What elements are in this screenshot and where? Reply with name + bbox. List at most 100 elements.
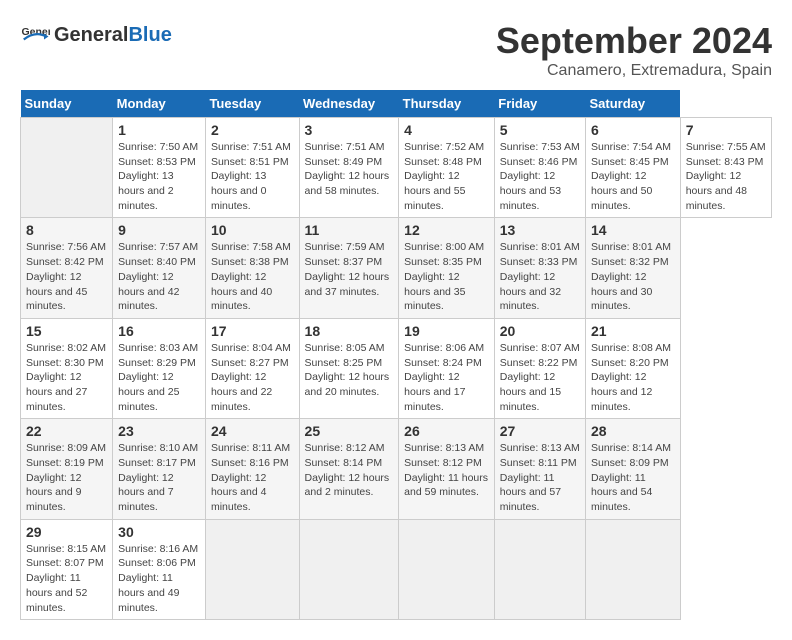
sunset-text: Sunset: 8:07 PM	[26, 557, 104, 569]
day-number: 30	[118, 524, 200, 540]
daylight-text: Daylight: 12 hours and 17 minutes.	[404, 371, 465, 412]
day-number: 5	[500, 122, 580, 138]
day-info: Sunrise: 8:01 AM Sunset: 8:32 PM Dayligh…	[591, 240, 675, 313]
day-info: Sunrise: 7:50 AM Sunset: 8:53 PM Dayligh…	[118, 140, 200, 213]
day-info: Sunrise: 8:11 AM Sunset: 8:16 PM Dayligh…	[211, 441, 294, 514]
logo-blue: Blue	[128, 24, 171, 46]
day-number: 19	[404, 323, 489, 339]
sunset-text: Sunset: 8:12 PM	[404, 457, 482, 469]
sunrise-text: Sunrise: 7:55 AM	[686, 141, 766, 153]
logo-icon: General	[20, 20, 50, 50]
table-row: 11 Sunrise: 7:59 AM Sunset: 8:37 PM Dayl…	[299, 218, 399, 318]
table-row: 30 Sunrise: 8:16 AM Sunset: 8:06 PM Dayl…	[113, 519, 206, 619]
sunrise-text: Sunrise: 7:58 AM	[211, 241, 291, 253]
day-info: Sunrise: 8:08 AM Sunset: 8:20 PM Dayligh…	[591, 341, 675, 414]
daylight-text: Daylight: 12 hours and 12 minutes.	[591, 371, 652, 412]
header-monday: Monday	[113, 90, 206, 118]
sunset-text: Sunset: 8:32 PM	[591, 256, 669, 268]
day-info: Sunrise: 8:02 AM Sunset: 8:30 PM Dayligh…	[26, 341, 107, 414]
day-number: 4	[404, 122, 489, 138]
logo-text: GeneralBlue	[54, 24, 172, 47]
day-info: Sunrise: 8:05 AM Sunset: 8:25 PM Dayligh…	[305, 341, 394, 400]
day-number: 24	[211, 423, 294, 439]
title-section: September 2024 Canamero, Extremadura, Sp…	[496, 20, 772, 80]
sunset-text: Sunset: 8:20 PM	[591, 357, 669, 369]
sunset-text: Sunset: 8:24 PM	[404, 357, 482, 369]
sunset-text: Sunset: 8:33 PM	[500, 256, 578, 268]
sunrise-text: Sunrise: 7:59 AM	[305, 241, 385, 253]
table-row: 27 Sunrise: 8:13 AM Sunset: 8:11 PM Dayl…	[494, 419, 585, 519]
daylight-text: Daylight: 12 hours and 42 minutes.	[118, 271, 179, 312]
day-info: Sunrise: 8:14 AM Sunset: 8:09 PM Dayligh…	[591, 441, 675, 514]
sunrise-text: Sunrise: 8:01 AM	[591, 241, 671, 253]
header-sunday: Sunday	[21, 90, 113, 118]
table-row: 23 Sunrise: 8:10 AM Sunset: 8:17 PM Dayl…	[113, 419, 206, 519]
table-row	[205, 519, 299, 619]
sunset-text: Sunset: 8:11 PM	[500, 457, 577, 469]
sunrise-text: Sunrise: 8:13 AM	[404, 442, 484, 454]
day-info: Sunrise: 8:03 AM Sunset: 8:29 PM Dayligh…	[118, 341, 200, 414]
table-row: 8 Sunrise: 7:56 AM Sunset: 8:42 PM Dayli…	[21, 218, 113, 318]
day-info: Sunrise: 8:06 AM Sunset: 8:24 PM Dayligh…	[404, 341, 489, 414]
day-number: 3	[305, 122, 394, 138]
calendar-week-row: 8 Sunrise: 7:56 AM Sunset: 8:42 PM Dayli…	[21, 218, 772, 318]
sunset-text: Sunset: 8:45 PM	[591, 156, 669, 168]
daylight-text: Daylight: 12 hours and 40 minutes.	[211, 271, 272, 312]
calendar-week-row: 15 Sunrise: 8:02 AM Sunset: 8:30 PM Dayl…	[21, 318, 772, 418]
day-info: Sunrise: 7:58 AM Sunset: 8:38 PM Dayligh…	[211, 240, 294, 313]
day-info: Sunrise: 8:13 AM Sunset: 8:11 PM Dayligh…	[500, 441, 580, 514]
table-row: 7 Sunrise: 7:55 AM Sunset: 8:43 PM Dayli…	[680, 118, 771, 218]
daylight-text: Daylight: 12 hours and 32 minutes.	[500, 271, 561, 312]
sunrise-text: Sunrise: 8:02 AM	[26, 342, 106, 354]
daylight-text: Daylight: 11 hours and 54 minutes.	[591, 472, 652, 513]
sunset-text: Sunset: 8:09 PM	[591, 457, 669, 469]
sunrise-text: Sunrise: 8:16 AM	[118, 543, 198, 555]
daylight-text: Daylight: 12 hours and 58 minutes.	[305, 170, 390, 197]
day-number: 13	[500, 222, 580, 238]
header-saturday: Saturday	[585, 90, 680, 118]
day-info: Sunrise: 7:51 AM Sunset: 8:49 PM Dayligh…	[305, 140, 394, 199]
calendar-week-row: 1 Sunrise: 7:50 AM Sunset: 8:53 PM Dayli…	[21, 118, 772, 218]
sunset-text: Sunset: 8:17 PM	[118, 457, 196, 469]
sunset-text: Sunset: 8:46 PM	[500, 156, 578, 168]
daylight-text: Daylight: 12 hours and 22 minutes.	[211, 371, 272, 412]
day-info: Sunrise: 7:54 AM Sunset: 8:45 PM Dayligh…	[591, 140, 675, 213]
day-number: 16	[118, 323, 200, 339]
table-row	[585, 519, 680, 619]
daylight-text: Daylight: 12 hours and 27 minutes.	[26, 371, 87, 412]
day-info: Sunrise: 7:53 AM Sunset: 8:46 PM Dayligh…	[500, 140, 580, 213]
day-info: Sunrise: 8:13 AM Sunset: 8:12 PM Dayligh…	[404, 441, 489, 500]
table-row: 25 Sunrise: 8:12 AM Sunset: 8:14 PM Dayl…	[299, 419, 399, 519]
table-row: 29 Sunrise: 8:15 AM Sunset: 8:07 PM Dayl…	[21, 519, 113, 619]
day-number: 14	[591, 222, 675, 238]
table-row: 26 Sunrise: 8:13 AM Sunset: 8:12 PM Dayl…	[399, 419, 495, 519]
table-row: 20 Sunrise: 8:07 AM Sunset: 8:22 PM Dayl…	[494, 318, 585, 418]
sunset-text: Sunset: 8:25 PM	[305, 357, 383, 369]
location-title: Canamero, Extremadura, Spain	[496, 62, 772, 80]
table-row: 1 Sunrise: 7:50 AM Sunset: 8:53 PM Dayli…	[113, 118, 206, 218]
table-row	[299, 519, 399, 619]
sunrise-text: Sunrise: 8:11 AM	[211, 442, 290, 454]
daylight-text: Daylight: 13 hours and 0 minutes.	[211, 170, 266, 211]
sunrise-text: Sunrise: 8:01 AM	[500, 241, 580, 253]
daylight-text: Daylight: 12 hours and 45 minutes.	[26, 271, 87, 312]
calendar-week-row: 29 Sunrise: 8:15 AM Sunset: 8:07 PM Dayl…	[21, 519, 772, 619]
daylight-text: Daylight: 12 hours and 15 minutes.	[500, 371, 561, 412]
day-number: 2	[211, 122, 294, 138]
table-row: 12 Sunrise: 8:00 AM Sunset: 8:35 PM Dayl…	[399, 218, 495, 318]
day-info: Sunrise: 8:09 AM Sunset: 8:19 PM Dayligh…	[26, 441, 107, 514]
sunrise-text: Sunrise: 8:06 AM	[404, 342, 484, 354]
sunrise-text: Sunrise: 7:56 AM	[26, 241, 106, 253]
day-number: 6	[591, 122, 675, 138]
table-row: 6 Sunrise: 7:54 AM Sunset: 8:45 PM Dayli…	[585, 118, 680, 218]
sunset-text: Sunset: 8:37 PM	[305, 256, 383, 268]
daylight-text: Daylight: 12 hours and 4 minutes.	[211, 472, 266, 513]
day-number: 17	[211, 323, 294, 339]
table-row: 21 Sunrise: 8:08 AM Sunset: 8:20 PM Dayl…	[585, 318, 680, 418]
table-row: 14 Sunrise: 8:01 AM Sunset: 8:32 PM Dayl…	[585, 218, 680, 318]
sunset-text: Sunset: 8:16 PM	[211, 457, 289, 469]
table-row: 9 Sunrise: 7:57 AM Sunset: 8:40 PM Dayli…	[113, 218, 206, 318]
sunrise-text: Sunrise: 8:09 AM	[26, 442, 106, 454]
daylight-text: Daylight: 12 hours and 30 minutes.	[591, 271, 652, 312]
day-info: Sunrise: 8:01 AM Sunset: 8:33 PM Dayligh…	[500, 240, 580, 313]
